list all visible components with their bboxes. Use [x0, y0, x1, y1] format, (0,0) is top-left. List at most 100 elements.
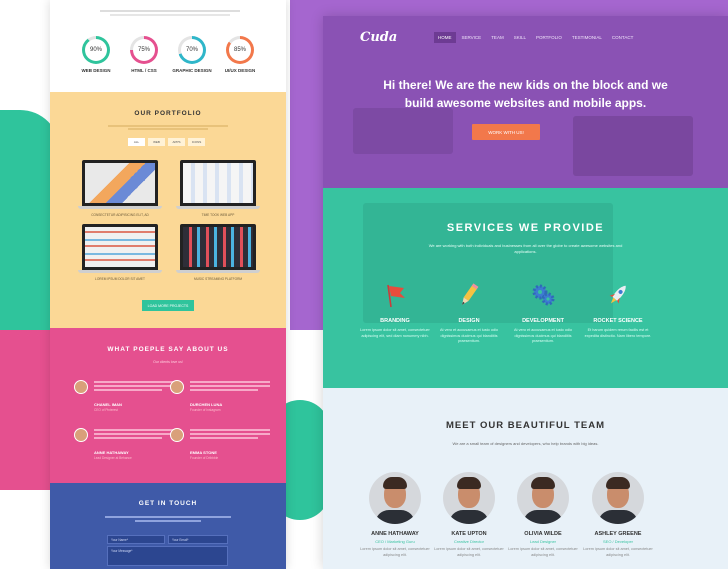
skill-ring: 90% [82, 36, 110, 64]
hero-title-line-2: build awesome websites and mobile apps. [404, 96, 647, 110]
service-description: At vero et accusamus et iusto odio digni… [513, 328, 573, 343]
service-name: ROCKET SCIENCE [593, 318, 643, 324]
testimonial-role: Lead Designer at Behance [94, 456, 132, 460]
main-nav: HOME SERVICE TEAM SKILL PORTFOLIO TESTIM… [434, 32, 637, 43]
nav-service[interactable]: SERVICE [458, 32, 486, 43]
filter-icons[interactable]: ICONS [188, 138, 205, 146]
skill-web-design: 90% WEB DESIGN [76, 36, 116, 73]
testimonial-quote [94, 380, 174, 391]
testimonials-subtitle: Our clients love us! [153, 360, 183, 364]
laptop-base [78, 270, 162, 273]
contact-section: GET IN TOUCH Your Name* Your Email* Your… [50, 483, 286, 569]
hero-title: Hi there! We are the new kids on the blo… [353, 76, 698, 112]
service-name: DESIGN [458, 318, 480, 324]
filter-web[interactable]: WEB [148, 138, 165, 146]
laptop-screen [82, 160, 158, 206]
laptop-base [176, 270, 260, 273]
message-field[interactable]: Your Message* [107, 546, 228, 566]
skill-label: HTML / CSS [131, 68, 157, 73]
portfolio-item[interactable]: MUSIC STREAMING PLATFORM [176, 224, 260, 281]
member-photo [517, 472, 569, 524]
project-thumbnail [183, 163, 253, 203]
nav-skill[interactable]: SKILL [510, 32, 530, 43]
testimonial-name: CHANEL IMAN [94, 402, 122, 407]
portfolio-item[interactable]: TIME TOOK WEB APP [176, 160, 260, 217]
testimonials-section: WHAT POEPLE SAY ABOUT US Our clients lov… [50, 328, 286, 483]
services-section: SERVICES WE PROVIDE We are working with … [323, 188, 728, 388]
logo[interactable]: Cuda [360, 30, 397, 45]
portfolio-item[interactable]: LOREM IPSUM DOLOR SIT AMET [78, 224, 162, 281]
testimonial-quote [190, 380, 270, 391]
skill-label: UI/UX DESIGN [224, 68, 256, 73]
portfolio-filters: ALL WEB APPS ICONS [128, 138, 205, 146]
team-title: MEET OUR BEAUTIFUL TEAM [446, 420, 605, 431]
hero-title-line-1: Hi there! We are the new kids on the blo… [383, 78, 668, 92]
services-title: SERVICES WE PROVIDE [446, 222, 605, 234]
skill-ring: 75% [130, 36, 158, 64]
laptop-screen [82, 224, 158, 270]
avatar [74, 380, 88, 394]
portfolio-item[interactable]: CONSECTETUR ADIPISICING ELIT, AD [78, 160, 162, 217]
right-page-preview: Cuda HOME SERVICE TEAM SKILL PORTFOLIO T… [323, 16, 728, 569]
hero-section: Cuda HOME SERVICE TEAM SKILL PORTFOLIO T… [323, 16, 728, 188]
service-design: DESIGN At vero et accusamus et iusto odi… [434, 282, 504, 345]
email-field[interactable]: Your Email* [168, 535, 228, 544]
nav-home[interactable]: HOME [434, 32, 456, 43]
team-member: ANNE HATHAWAY CEO / Marketing Guru Lorem… [360, 472, 430, 558]
member-name: OLIVIA WILDE [524, 531, 562, 537]
skill-percent: 85% [229, 39, 251, 61]
member-role: SEO / Developer [602, 539, 633, 544]
testimonials-title: WHAT POEPLE SAY ABOUT US [107, 346, 229, 353]
portfolio-caption: TIME TOOK WEB APP [201, 213, 235, 217]
service-branding: BRANDING Lorem ipsum dolor sit amet, con… [360, 282, 430, 339]
nav-team[interactable]: TEAM [487, 32, 508, 43]
skills-intro-text [90, 8, 250, 18]
member-role: Creative Director [453, 539, 484, 544]
service-development: DEVELOPMENT At vero et accusamus et iust… [508, 282, 578, 345]
load-more-button[interactable]: LOAD MORE PROJECTS [142, 300, 194, 311]
testimonial-quote [94, 428, 174, 439]
service-description: At vero et accusamus et iusto odio digni… [439, 328, 499, 343]
team-section: MEET OUR BEAUTIFUL TEAM We are a small t… [323, 388, 728, 569]
skill-ring: 70% [178, 36, 206, 64]
nav-portfolio[interactable]: PORTFOLIO [532, 32, 566, 43]
portfolio-title: OUR PORTFOLIO [134, 110, 202, 117]
pink-background-left [0, 330, 50, 490]
laptop-screen [180, 160, 256, 206]
hero-background-keyboard [573, 116, 693, 176]
member-name: KATE UPTON [451, 531, 487, 537]
service-name: BRANDING [380, 318, 410, 324]
skill-percent: 75% [133, 39, 155, 61]
portfolio-section: OUR PORTFOLIO ALL WEB APPS ICONS CONSECT… [50, 92, 286, 328]
laptop-screen [180, 224, 256, 270]
member-bio: Lorem ipsum dolor sit amet, consectetuer… [583, 547, 653, 557]
portfolio-subtitle [108, 124, 228, 131]
member-bio: Lorem ipsum dolor sit amet, consectetuer… [508, 547, 578, 557]
services-subtitle: We are working with both individuals and… [428, 243, 623, 254]
contact-address [105, 515, 231, 522]
filter-apps[interactable]: APPS [168, 138, 185, 146]
member-bio: Lorem ipsum dolor sit amet, consectetuer… [360, 547, 430, 557]
member-name: ASHLEY GREENE [594, 531, 642, 537]
rocket-icon [609, 285, 626, 304]
filter-all[interactable]: ALL [128, 138, 145, 146]
contact-title: GET IN TOUCH [138, 500, 198, 507]
project-thumbnail [85, 227, 155, 267]
skill-label: GRAPHIC DESIGN [172, 68, 212, 73]
project-thumbnail [85, 163, 155, 203]
member-photo [443, 472, 495, 524]
avatar [74, 428, 88, 442]
member-role: CEO / Marketing Guru [375, 539, 415, 544]
skill-percent: 70% [181, 39, 203, 61]
nav-testimonial[interactable]: TESTIMONIAL [568, 32, 606, 43]
team-member: ASHLEY GREENE SEO / Developer Lorem ipsu… [583, 472, 653, 558]
skills-section: 90% WEB DESIGN 75% HTML / CSS 70% GRAPHI… [50, 0, 286, 92]
work-with-us-button[interactable]: WORK WITH US! [472, 124, 540, 140]
name-field[interactable]: Your Name* [107, 535, 165, 544]
testimonial-role: Founder of Instagram [190, 408, 221, 412]
member-photo [369, 472, 421, 524]
service-description: Et harum quidem rerum facilis est et exp… [584, 328, 652, 338]
gears-icon [532, 284, 555, 306]
nav-contact[interactable]: CONTACT [608, 32, 637, 43]
team-subtitle: We are a small team of designers and dev… [452, 441, 599, 446]
